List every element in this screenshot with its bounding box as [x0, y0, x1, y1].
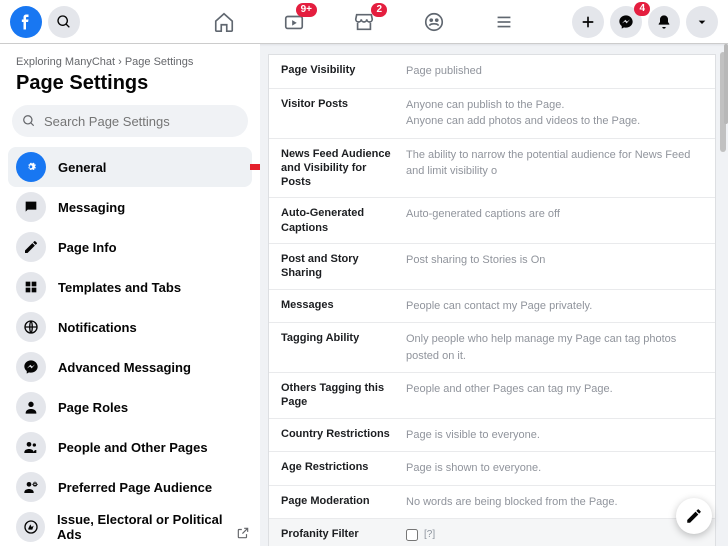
search-input[interactable] [44, 114, 238, 129]
sidebar-item-label: Issue, Electoral or Political Ads [57, 512, 244, 542]
setting-value: People and other Pages can tag my Page. [406, 381, 703, 398]
sidebar-item-label: Templates and Tabs [58, 280, 181, 295]
help-link[interactable]: [?] [424, 527, 435, 542]
sidebar: Exploring ManyChat › Page Settings Page … [0, 44, 260, 546]
sidebar-item-notifications[interactable]: Notifications [8, 307, 252, 347]
setting-label: Page Visibility [281, 63, 396, 77]
setting-row-moderation[interactable]: Page Moderation No words are being blocke… [269, 486, 715, 520]
profanity-checkbox[interactable] [406, 529, 418, 541]
people-icon [16, 432, 46, 462]
account-dropdown[interactable] [686, 6, 718, 38]
setting-label: Age Restrictions [281, 460, 396, 474]
setting-row-country[interactable]: Country Restrictions Page is visible to e… [269, 419, 715, 453]
groups-icon[interactable] [419, 7, 449, 37]
grid-icon [16, 272, 46, 302]
setting-label: Tagging Ability [281, 331, 396, 345]
center-nav: 9+ 2 [209, 7, 519, 37]
setting-label: Page Moderation [281, 494, 396, 508]
setting-row-story_sharing[interactable]: Post and Story Sharing Post sharing to St… [269, 244, 715, 290]
sidebar-item-label: People and Other Pages [58, 440, 208, 455]
setting-value: People can contact my Page privately. [406, 298, 703, 315]
sidebar-item-messaging[interactable]: Messaging [8, 187, 252, 227]
marketplace-icon[interactable]: 2 [349, 7, 379, 37]
setting-row-messages[interactable]: Messages People can contact my Page priva… [269, 290, 715, 324]
facebook-logo[interactable] [10, 6, 42, 38]
gear-icon [16, 152, 46, 182]
search-button[interactable] [48, 6, 80, 38]
sidebar-item-label: Page Roles [58, 400, 128, 415]
setting-value: Only people who help manage my Page can … [406, 331, 703, 364]
messenger-badge: 4 [634, 2, 650, 16]
external-link-icon [236, 526, 250, 540]
menu-icon[interactable] [489, 7, 519, 37]
setting-value: Page published [406, 63, 703, 80]
setting-row-profanity[interactable]: Profanity Filter [?] [269, 519, 715, 546]
setting-row-page_visibility[interactable]: Page Visibility Page published [269, 55, 715, 89]
setting-value: Page is visible to everyone. [406, 427, 703, 444]
setting-value: Auto-generated captions are off [406, 206, 703, 223]
sidebar-item-templates-and-tabs[interactable]: Templates and Tabs [8, 267, 252, 307]
setting-row-age[interactable]: Age Restrictions Page is shown to everyon… [269, 452, 715, 486]
person-icon [16, 392, 46, 422]
create-button[interactable] [572, 6, 604, 38]
sidebar-item-label: Page Info [58, 240, 117, 255]
chat-icon [16, 192, 46, 222]
setting-label: Visitor Posts [281, 97, 396, 111]
setting-value: Anyone can publish to the Page.Anyone ca… [406, 97, 703, 130]
content-panel: Page Visibility Page published Visitor Pos… [260, 44, 728, 546]
sidebar-item-advanced-messaging[interactable]: Advanced Messaging [8, 347, 252, 387]
breadcrumb-current: Page Settings [125, 56, 194, 68]
messenger-button[interactable]: 4 [610, 6, 642, 38]
marketplace-badge: 2 [371, 3, 387, 17]
page-scrollbar[interactable] [724, 44, 728, 124]
authorize-icon [16, 512, 45, 542]
notifications-button[interactable] [648, 6, 680, 38]
pointer-arrow [250, 158, 260, 176]
setting-label: Messages [281, 298, 396, 312]
setting-label: Profanity Filter [281, 527, 396, 541]
setting-label: News Feed Audience and Visibility for Po… [281, 147, 396, 190]
sidebar-item-label: Notifications [58, 320, 137, 335]
setting-label: Post and Story Sharing [281, 252, 396, 281]
watch-badge: 9+ [296, 3, 317, 17]
setting-value: The ability to narrow the potential audi… [406, 147, 703, 180]
messenger-icon [16, 352, 46, 382]
page-title: Page Settings [8, 72, 252, 105]
sidebar-item-page-roles[interactable]: Page Roles [8, 387, 252, 427]
sidebar-item-issue-electoral-or-political-ads[interactable]: Issue, Electoral or Political Ads [8, 507, 252, 546]
watch-icon[interactable]: 9+ [279, 7, 309, 37]
search-icon [22, 114, 36, 128]
sidebar-item-label: Advanced Messaging [58, 360, 191, 375]
top-bar: 9+ 2 4 [0, 0, 728, 44]
sidebar-item-general[interactable]: General [8, 147, 252, 187]
setting-value: Post sharing to Stories is On [406, 252, 703, 269]
pencil-icon [16, 232, 46, 262]
sidebar-item-label: Preferred Page Audience [58, 480, 212, 495]
setting-row-others_tagging[interactable]: Others Tagging this Page People and other… [269, 373, 715, 419]
sidebar-item-preferred-page-audience[interactable]: Preferred Page Audience [8, 467, 252, 507]
breadcrumb-parent[interactable]: Exploring ManyChat [16, 56, 115, 68]
people-gear-icon [16, 472, 46, 502]
compose-button[interactable] [676, 498, 712, 534]
setting-row-visitor_posts[interactable]: Visitor Posts Anyone can publish to the P… [269, 89, 715, 139]
setting-label: Country Restrictions [281, 427, 396, 441]
setting-label: Others Tagging this Page [281, 381, 396, 410]
sidebar-item-label: General [58, 160, 106, 175]
setting-row-news_feed[interactable]: News Feed Audience and Visibility for Po… [269, 139, 715, 199]
globe-icon [16, 312, 46, 342]
sidebar-item-label: Messaging [58, 200, 125, 215]
home-icon[interactable] [209, 7, 239, 37]
setting-row-captions[interactable]: Auto-Generated Captions Auto-generated ca… [269, 198, 715, 244]
sidebar-item-page-info[interactable]: Page Info [8, 227, 252, 267]
breadcrumb: Exploring ManyChat › Page Settings [8, 56, 252, 72]
setting-row-tagging[interactable]: Tagging Ability Only people who help mana… [269, 323, 715, 373]
setting-label: Auto-Generated Captions [281, 206, 396, 235]
sidebar-item-people-and-other-pages[interactable]: People and Other Pages [8, 427, 252, 467]
sidebar-search[interactable] [12, 105, 248, 137]
setting-value: Page is shown to everyone. [406, 460, 703, 477]
setting-value: No words are being blocked from the Page… [406, 494, 703, 511]
right-nav: 4 [572, 6, 718, 38]
